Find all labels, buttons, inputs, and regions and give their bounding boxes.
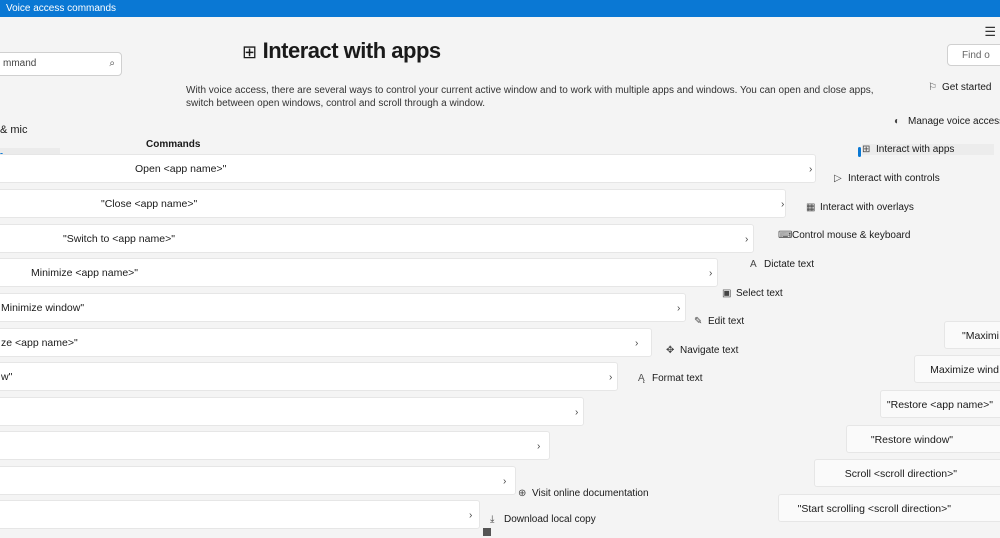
toc-item-interact-with-controls[interactable]: ▷ Interact with controls xyxy=(834,173,940,184)
title-bar: Voice access commands xyxy=(0,0,1000,17)
command-text: w" xyxy=(1,371,13,383)
mic-icon: ◐ xyxy=(894,116,901,127)
toc-item-edit-text[interactable]: ✎ Edit text xyxy=(694,316,744,327)
command-text: ze <app name>" xyxy=(1,337,78,349)
toc-item-select-text[interactable]: ▣ Select text xyxy=(722,288,783,299)
chevron-right-icon: › xyxy=(781,199,785,210)
chevron-right-icon: › xyxy=(609,372,613,383)
apps-icon: ⊞ xyxy=(862,144,871,155)
menu-icon[interactable]: ☰ xyxy=(984,24,996,40)
dictate-icon: A xyxy=(750,259,757,270)
command-row[interactable]: Minimize window" › xyxy=(0,293,686,322)
flag-icon: ⚐ xyxy=(928,82,937,93)
command-row[interactable]: › xyxy=(0,431,550,460)
command-text: Maximize wind xyxy=(930,364,999,376)
chevron-right-icon: › xyxy=(537,441,541,452)
page-description: With voice access, there are several way… xyxy=(186,84,906,110)
chevron-right-icon: › xyxy=(635,338,639,349)
command-row[interactable]: ze <app name>" › xyxy=(0,328,652,357)
command-text: "Maximi xyxy=(962,330,999,342)
select-text-icon: ▣ xyxy=(722,288,732,299)
toc-item-manage-voice-access[interactable]: ◐ Manage voice access xyxy=(894,116,1000,127)
command-row[interactable]: Minimize <app name>" › xyxy=(0,258,718,287)
chevron-right-icon: › xyxy=(503,476,507,487)
globe-icon: ⊕ xyxy=(518,488,527,499)
command-text: "Start scrolling <scroll direction>" xyxy=(797,503,951,515)
toc-item-format-text[interactable]: Ą Format text xyxy=(638,373,703,384)
page-title-text: Interact with apps xyxy=(262,38,442,63)
command-text: "Close <app name>" xyxy=(101,198,198,210)
search-icon[interactable]: ⌕ xyxy=(109,53,115,75)
command-row[interactable]: Scroll <scroll direction>" xyxy=(814,459,1000,487)
window-title: Voice access commands xyxy=(6,3,117,14)
find-input[interactable]: Find o xyxy=(947,44,1000,66)
page-title: ⊞ Interact with apps xyxy=(242,38,441,64)
command-row[interactable]: › xyxy=(0,466,516,495)
command-text: "Restore <app name>" xyxy=(886,399,993,411)
command-text: Open <app name>" xyxy=(135,163,227,175)
command-text: "Switch to <app name>" xyxy=(63,233,175,245)
toc-item-download-local-copy[interactable]: ⤓ Download local copy xyxy=(490,514,596,525)
description-line: switch between open windows, control and… xyxy=(186,98,486,109)
keyboard-icon: ⌨ xyxy=(778,230,793,241)
toc-item-control-mouse-keyboard[interactable]: ⌨Control mouse & keyboard xyxy=(778,230,910,241)
chevron-right-icon: › xyxy=(809,164,813,175)
command-row[interactable]: Maximize wind xyxy=(914,355,1000,383)
command-row[interactable]: w" › xyxy=(0,362,618,391)
command-text: "Restore window" xyxy=(870,434,953,446)
search-input-text: mmand xyxy=(3,58,37,69)
command-row[interactable]: "Maximi xyxy=(944,321,1000,349)
chevron-right-icon: › xyxy=(677,303,681,314)
search-input[interactable]: mmand ⌕ xyxy=(0,52,122,76)
toc-item-dictate-text[interactable]: A Dictate text xyxy=(750,259,814,270)
navigate-icon: ✥ xyxy=(666,345,675,356)
chevron-right-icon: › xyxy=(709,268,713,279)
chevron-right-icon: › xyxy=(575,407,579,418)
download-icon: ⤓ xyxy=(490,514,495,525)
description-line: With voice access, there are several way… xyxy=(186,85,874,96)
command-row[interactable]: "Switch to <app name>" › xyxy=(0,224,754,253)
toc-item-interact-with-apps[interactable]: ⊞ Interact with apps xyxy=(857,144,995,157)
toc-item-online-documentation[interactable]: ⊕ Visit online documentation xyxy=(518,488,649,499)
commands-header: Commands xyxy=(146,139,201,150)
command-row[interactable]: "Restore <app name>" xyxy=(880,390,1000,418)
toc-item-get-started[interactable]: ⚐ Get started xyxy=(928,82,991,93)
toc-item-navigate-text[interactable]: ✥ Navigate text xyxy=(666,345,738,356)
resize-handle[interactable] xyxy=(483,528,491,536)
toc-item-interact-with-overlays[interactable]: ▦ Interact with overlays xyxy=(806,202,914,213)
format-icon: Ą xyxy=(638,373,645,384)
left-nav-item[interactable]: & mic xyxy=(0,124,28,136)
command-row[interactable]: › xyxy=(0,397,584,426)
command-row[interactable]: Open <app name>" › xyxy=(0,154,816,183)
command-row[interactable]: "Close <app name>" › xyxy=(0,189,786,218)
command-text: Minimize <app name>" xyxy=(31,267,139,279)
chevron-right-icon: › xyxy=(469,510,473,521)
chevron-right-icon: › xyxy=(745,234,749,245)
cursor-icon: ▷ xyxy=(834,173,842,184)
edit-icon: ✎ xyxy=(694,316,703,327)
grid-icon: ▦ xyxy=(806,202,816,213)
command-text: Scroll <scroll direction>" xyxy=(844,468,957,480)
command-row[interactable]: "Restore window" xyxy=(846,425,1000,453)
command-row[interactable]: › xyxy=(0,500,480,529)
command-row[interactable]: "Start scrolling <scroll direction>" xyxy=(778,494,1000,522)
command-text: Minimize window" xyxy=(1,302,85,314)
apps-icon: ⊞ xyxy=(242,42,257,62)
